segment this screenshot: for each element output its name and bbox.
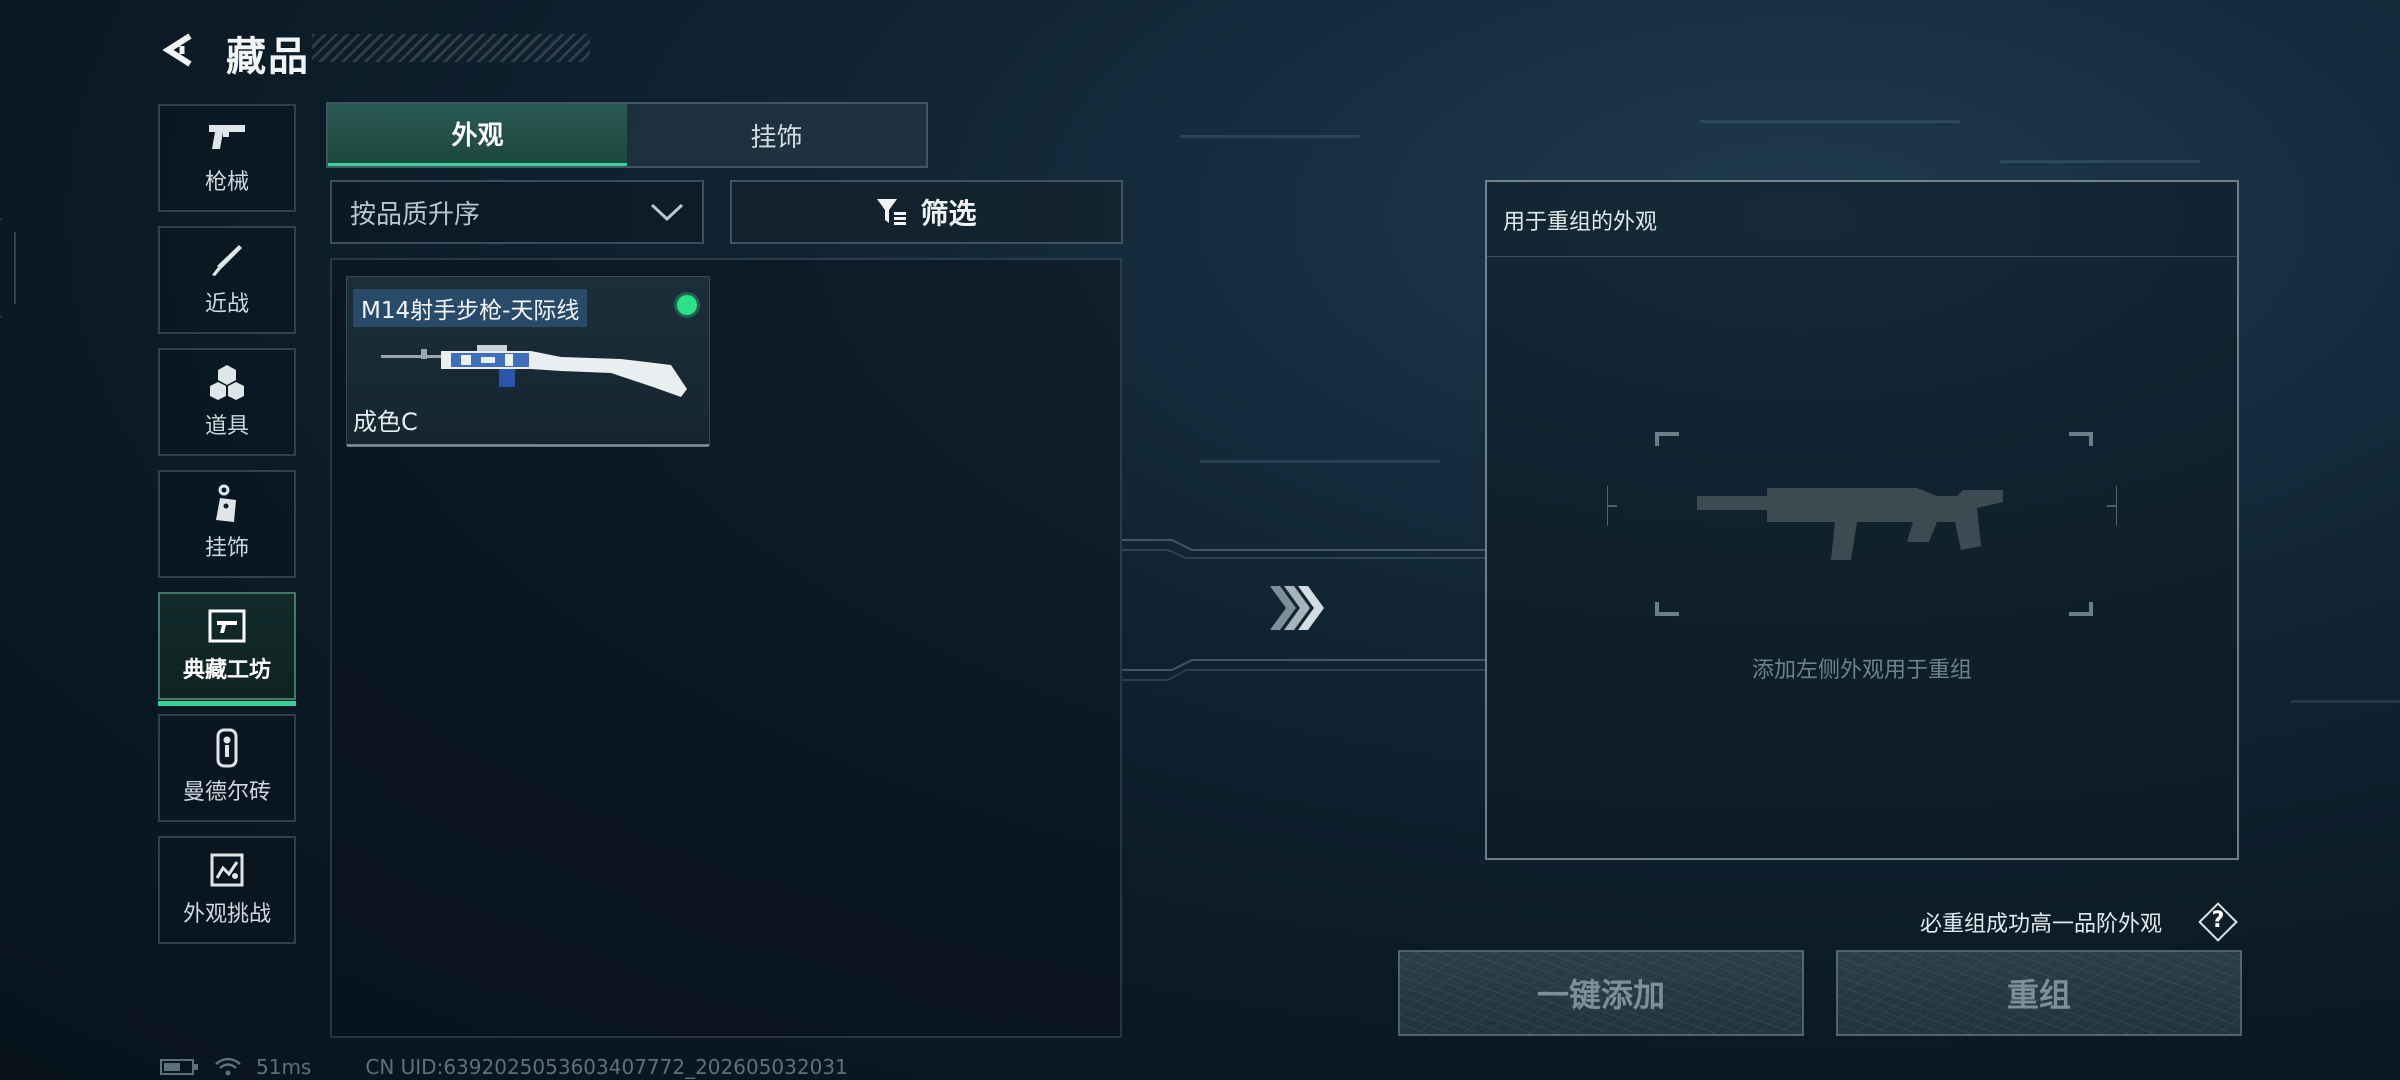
challenge-map-icon (207, 852, 247, 888)
sidebar-item-appearance-challenge[interactable]: 外观挑战 (158, 836, 296, 944)
rifle-skin-image (381, 345, 687, 397)
background-streak (2290, 700, 2400, 703)
title-decoration (312, 34, 590, 62)
back-button[interactable] (158, 28, 202, 72)
workshop-gun-icon (207, 608, 247, 644)
recombine-title: 用于重组的外观 (1503, 210, 1658, 235)
background-streak (1700, 120, 1960, 123)
add-all-button[interactable]: 一键添加 (1398, 950, 1804, 1036)
question-mark-icon: ? (2211, 908, 2225, 933)
status-bar: 51ms CN UID:6392025053603407772_20260503… (160, 1055, 848, 1079)
back-arrow-icon (162, 33, 192, 67)
pistol-icon (207, 120, 247, 156)
filter-button[interactable]: 筛选 (730, 180, 1123, 244)
sidebar-item-props[interactable]: 道具 (158, 348, 296, 456)
sidebar-item-collection-workshop[interactable]: 典藏工坊 (158, 592, 296, 706)
add-all-label: 一键添加 (1536, 976, 1665, 1014)
side-drawer-handle[interactable] (0, 218, 16, 318)
recombine-label: 重组 (2006, 976, 2071, 1014)
tab-appearance[interactable]: 外观 (328, 104, 627, 166)
appearance-card[interactable]: M14射手步枪-天际线 成色C (346, 276, 710, 447)
item-name: M14射手步枪-天际线 (353, 289, 588, 327)
charm-tag-icon (207, 484, 247, 522)
tab-bar: 外观 挂饰 (326, 102, 928, 168)
sidebar-item-mandel-brick[interactable]: 曼德尔砖 (158, 714, 296, 822)
recombine-hint: 添加左侧外观用于重组 (1751, 658, 1972, 683)
sidebar-item-label: 道具 (204, 414, 249, 439)
wifi-icon (215, 1057, 241, 1076)
sidebar-item-label: 枪械 (204, 170, 249, 195)
item-grade: 成色C (353, 408, 418, 436)
empty-slot-rifle-icon[interactable] (1607, 426, 2117, 626)
sidebar-item-label: 挂饰 (204, 536, 249, 561)
sidebar-item-label: 外观挑战 (182, 902, 271, 927)
cubes-icon (207, 364, 247, 400)
sidebar-item-label: 典藏工坊 (182, 658, 271, 683)
filter-label: 筛选 (920, 197, 977, 230)
uid-text: CN UID:6392025053603407772_202605032031 (365, 1055, 848, 1079)
divider (1487, 256, 2237, 257)
sort-dropdown[interactable]: 按品质升序 (330, 180, 704, 244)
chevron-down-icon (650, 203, 684, 222)
knife-icon (207, 242, 247, 278)
sidebar-item-label: 近战 (204, 292, 249, 317)
appearance-list: M14射手步枪-天际线 成色C (330, 258, 1122, 1038)
background-streak (1200, 460, 1440, 463)
ping-value: 51ms (256, 1055, 312, 1079)
brick-key-icon (207, 728, 247, 768)
background-streak (2000, 160, 2200, 163)
background-streak (1180, 135, 1360, 138)
sidebar-item-guns[interactable]: 枪械 (158, 104, 296, 212)
flow-connector (1122, 539, 1486, 681)
sidebar-item-charms[interactable]: 挂饰 (158, 470, 296, 578)
selected-indicator (677, 295, 697, 315)
help-button[interactable]: ? (2198, 902, 2238, 942)
sidebar-item-label: 曼德尔砖 (182, 780, 271, 805)
tab-charms[interactable]: 挂饰 (627, 104, 926, 166)
recombine-panel: 用于重组的外观 添加左侧外观用于重组 (1485, 180, 2239, 860)
guarantee-note: 必重组成功高一品阶外观 (1920, 912, 2163, 937)
page-title: 藏品 (226, 34, 310, 80)
battery-icon (160, 1059, 198, 1075)
sort-value: 按品质升序 (350, 199, 481, 230)
sidebar-item-melee[interactable]: 近战 (158, 226, 296, 334)
category-sidebar: 枪械 近战 道具 挂饰 典藏工坊 曼德尔砖 外观挑战 (158, 104, 296, 958)
chevron-arrows-icon (1270, 586, 1324, 630)
filter-icon (877, 199, 907, 225)
recombine-button[interactable]: 重组 (1836, 950, 2242, 1036)
